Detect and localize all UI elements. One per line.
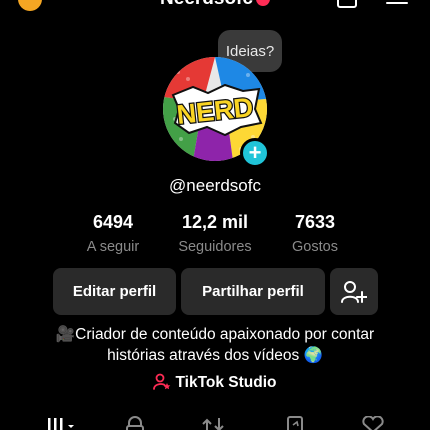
bio-line-2: histórias através dos vídeos 🌍 <box>107 347 323 364</box>
liked-icon[interactable] <box>360 415 386 430</box>
lock-icon[interactable] <box>124 416 146 430</box>
share-profile-label: Partilhar perfil <box>202 283 304 300</box>
edit-profile-label: Editar perfil <box>72 283 157 300</box>
tiktok-studio-link[interactable]: TikTok Studio <box>0 373 430 392</box>
tooltip-text: Ideias? <box>225 42 275 60</box>
bio-line-1: 🎥Criador de conteúdo apaixonado por cont… <box>55 326 375 343</box>
studio-person-icon <box>153 373 171 390</box>
stat-label: Gostos <box>292 239 338 255</box>
stat-followers[interactable]: 12,2 mil Seguidores <box>160 212 270 255</box>
stat-value: 7633 <box>294 212 336 232</box>
stat-value: 6494 <box>92 212 134 232</box>
edit-profile-button[interactable]: Editar perfil <box>53 268 176 315</box>
username: @neerdsofc <box>169 176 261 195</box>
menu-icon[interactable] <box>386 0 408 10</box>
add-friend-button[interactable] <box>330 268 378 315</box>
stat-likes[interactable]: 7633 Gostos <box>260 212 370 255</box>
stat-value: 12,2 mil <box>181 212 249 232</box>
square-icon[interactable] <box>337 0 357 8</box>
top-bar: Neerdsofc <box>0 0 430 14</box>
grid-icon[interactable] <box>46 416 78 430</box>
header-title: Neerdsofc <box>160 0 253 9</box>
share-profile-button[interactable]: Partilhar perfil <box>181 268 325 315</box>
add-photo-plus-icon[interactable]: + <box>240 138 270 168</box>
profile-tabs <box>0 410 430 430</box>
add-friend-icon <box>341 280 367 303</box>
tiktok-studio-label: TikTok Studio <box>175 374 277 391</box>
notification-dot <box>255 0 270 6</box>
repost-icon[interactable] <box>200 416 226 430</box>
profile-bio: 🎥Criador de conteúdo apaixonado por cont… <box>30 324 400 366</box>
page-title: Neerdsofc <box>0 0 430 10</box>
stat-following[interactable]: 6494 A seguir <box>58 212 168 255</box>
stat-label: Seguidores <box>178 239 252 255</box>
stat-label: A seguir <box>86 239 140 255</box>
saved-icon[interactable] <box>284 416 306 430</box>
